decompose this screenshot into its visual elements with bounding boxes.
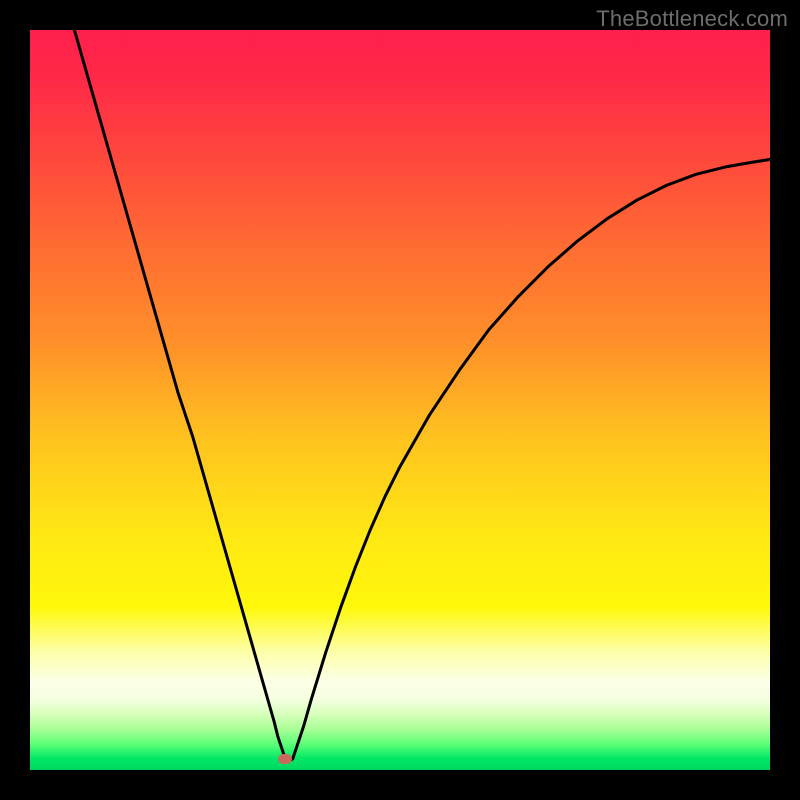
plot-area bbox=[30, 30, 770, 770]
optimum-marker bbox=[278, 754, 292, 764]
chart-frame: TheBottleneck.com bbox=[0, 0, 800, 800]
bottleneck-curve bbox=[30, 30, 770, 770]
watermark-text: TheBottleneck.com bbox=[596, 6, 788, 32]
